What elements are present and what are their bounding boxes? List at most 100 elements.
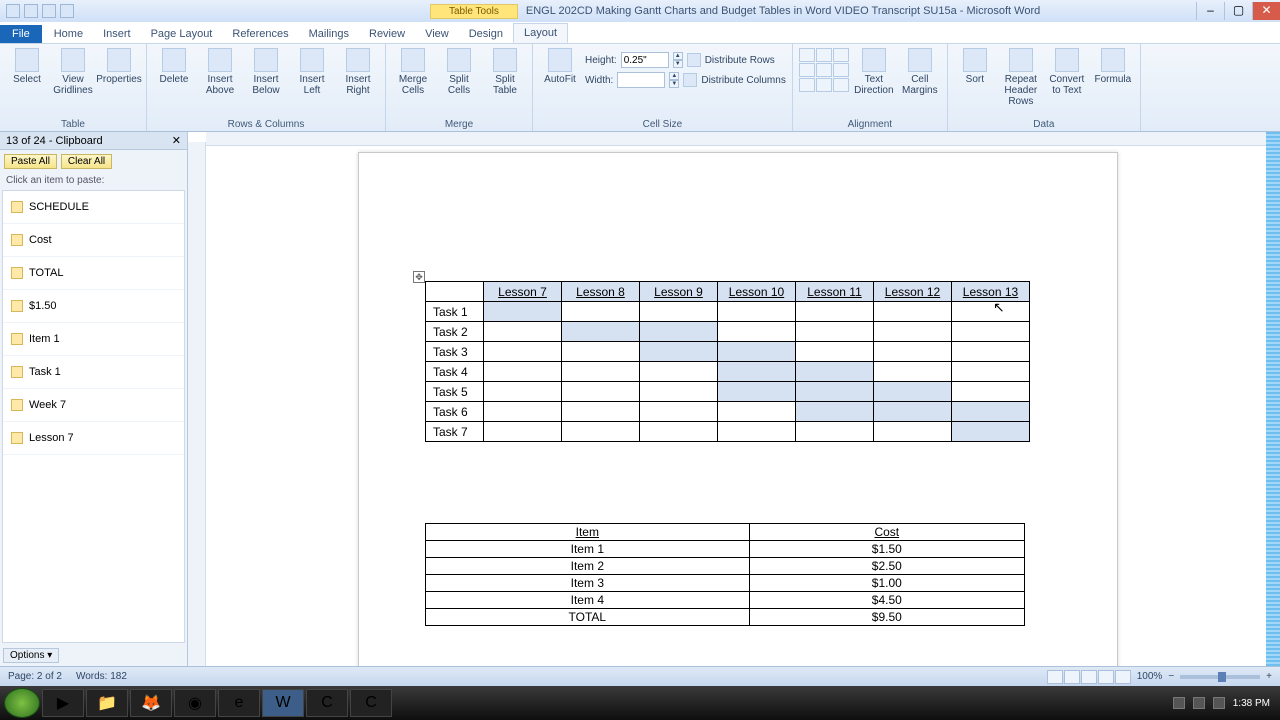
clock[interactable]: 1:38 PM (1233, 698, 1270, 709)
gantt-cell[interactable] (796, 302, 874, 322)
height-spinner[interactable]: ▲▼ (673, 52, 683, 68)
text-direction-button[interactable]: Text Direction (853, 48, 895, 96)
zoom-level[interactable]: 100% (1137, 671, 1163, 682)
gantt-cell[interactable] (796, 362, 874, 382)
budget-cell[interactable]: Item 3 (426, 575, 750, 592)
gantt-cell[interactable] (640, 402, 718, 422)
gantt-cell[interactable] (796, 422, 874, 442)
clear-all-button[interactable]: Clear All (61, 154, 112, 169)
gantt-cell[interactable] (874, 342, 952, 362)
taskbar-chrome[interactable]: ◉ (174, 689, 216, 717)
gantt-header[interactable]: Lesson 11 (796, 282, 874, 302)
gantt-header[interactable]: Lesson 7 (484, 282, 562, 302)
clipboard-item[interactable]: Week 7 (3, 389, 184, 422)
zoom-out-button[interactable]: − (1168, 671, 1174, 682)
gantt-cell[interactable] (484, 382, 562, 402)
clipboard-item[interactable]: SCHEDULE (3, 191, 184, 224)
tab-home[interactable]: Home (44, 25, 93, 43)
page-indicator[interactable]: Page: 2 of 2 (8, 671, 62, 682)
gantt-cell[interactable] (562, 362, 640, 382)
clipboard-item[interactable]: TOTAL (3, 257, 184, 290)
delete-button[interactable]: Delete (153, 48, 195, 85)
insert-below-button[interactable]: Insert Below (245, 48, 287, 96)
gantt-cell[interactable] (484, 422, 562, 442)
gantt-cell[interactable] (484, 342, 562, 362)
taskbar-firefox[interactable]: 🦊 (130, 689, 172, 717)
clipboard-item[interactable]: Lesson 7 (3, 422, 184, 455)
cell-margins-button[interactable]: Cell Margins (899, 48, 941, 96)
gantt-row-header[interactable]: Task 4 (426, 362, 484, 382)
gantt-cell[interactable] (484, 302, 562, 322)
alignment-grid[interactable] (799, 48, 849, 92)
insert-above-button[interactable]: Insert Above (199, 48, 241, 96)
gantt-cell[interactable] (952, 302, 1030, 322)
gantt-cell[interactable] (952, 342, 1030, 362)
gantt-cell[interactable] (874, 422, 952, 442)
gantt-header[interactable]: Lesson 12 (874, 282, 952, 302)
budget-cell[interactable]: $4.50 (749, 592, 1024, 609)
close-button[interactable]: ✕ (1252, 2, 1280, 20)
document-area[interactable]: ✥ Lesson 7Lesson 8Lesson 9Lesson 10Lesso… (188, 132, 1280, 666)
gantt-cell[interactable] (874, 382, 952, 402)
tab-design[interactable]: Design (459, 25, 513, 43)
tray-icon[interactable] (1193, 697, 1205, 709)
gantt-cell[interactable] (640, 382, 718, 402)
gantt-cell[interactable] (562, 382, 640, 402)
table-move-handle-icon[interactable]: ✥ (413, 271, 425, 283)
gantt-cell[interactable] (718, 322, 796, 342)
gantt-cell[interactable] (796, 382, 874, 402)
select-button[interactable]: Select (6, 48, 48, 85)
gantt-cell[interactable] (718, 402, 796, 422)
gantt-cell[interactable] (952, 402, 1030, 422)
view-gridlines-button[interactable]: View Gridlines (52, 48, 94, 96)
autofit-button[interactable]: AutoFit (539, 48, 581, 85)
clipboard-close-icon[interactable]: ✕ (172, 134, 181, 147)
gantt-header[interactable]: Lesson 9 (640, 282, 718, 302)
budget-cell[interactable]: $1.50 (749, 541, 1024, 558)
insert-right-button[interactable]: Insert Right (337, 48, 379, 96)
clipboard-item[interactable]: Item 1 (3, 323, 184, 356)
gantt-cell[interactable] (484, 402, 562, 422)
gantt-header[interactable] (426, 282, 484, 302)
save-icon[interactable] (24, 4, 38, 18)
budget-header[interactable]: Item (426, 524, 750, 541)
gantt-cell[interactable] (640, 302, 718, 322)
zoom-slider[interactable] (1180, 675, 1260, 679)
gantt-cell[interactable] (952, 382, 1030, 402)
gantt-cell[interactable] (562, 402, 640, 422)
taskbar-app2[interactable]: C (350, 689, 392, 717)
gantt-header[interactable]: Lesson 10 (718, 282, 796, 302)
paste-all-button[interactable]: Paste All (4, 154, 57, 169)
gantt-row-header[interactable]: Task 2 (426, 322, 484, 342)
budget-cell[interactable]: Item 2 (426, 558, 750, 575)
gantt-row-header[interactable]: Task 7 (426, 422, 484, 442)
budget-table[interactable]: ItemCostItem 1$1.50Item 2$2.50Item 3$1.0… (425, 523, 1025, 626)
taskbar-ie[interactable]: e (218, 689, 260, 717)
gantt-cell[interactable] (640, 322, 718, 342)
gantt-cell[interactable] (796, 322, 874, 342)
tray-icon[interactable] (1173, 697, 1185, 709)
budget-cell[interactable]: $1.00 (749, 575, 1024, 592)
gantt-cell[interactable] (718, 342, 796, 362)
zoom-in-button[interactable]: + (1266, 671, 1272, 682)
repeat-header-button[interactable]: Repeat Header Rows (1000, 48, 1042, 107)
taskbar-app1[interactable]: C (306, 689, 348, 717)
tab-layout[interactable]: Layout (513, 23, 568, 43)
gantt-cell[interactable] (562, 422, 640, 442)
convert-to-text-button[interactable]: Convert to Text (1046, 48, 1088, 96)
sort-button[interactable]: Sort (954, 48, 996, 85)
horizontal-ruler[interactable] (206, 132, 1280, 146)
gantt-cell[interactable] (796, 342, 874, 362)
gantt-header[interactable]: Lesson 13 (952, 282, 1030, 302)
system-tray[interactable]: 1:38 PM (1173, 697, 1276, 709)
gantt-cell[interactable] (874, 402, 952, 422)
budget-cell[interactable]: $9.50 (749, 609, 1024, 626)
gantt-cell[interactable] (562, 322, 640, 342)
budget-cell[interactable]: Item 1 (426, 541, 750, 558)
gantt-row-header[interactable]: Task 5 (426, 382, 484, 402)
tab-review[interactable]: Review (359, 25, 415, 43)
gantt-cell[interactable] (562, 342, 640, 362)
gantt-row-header[interactable]: Task 3 (426, 342, 484, 362)
gantt-cell[interactable] (640, 362, 718, 382)
file-tab[interactable]: File (0, 25, 42, 43)
